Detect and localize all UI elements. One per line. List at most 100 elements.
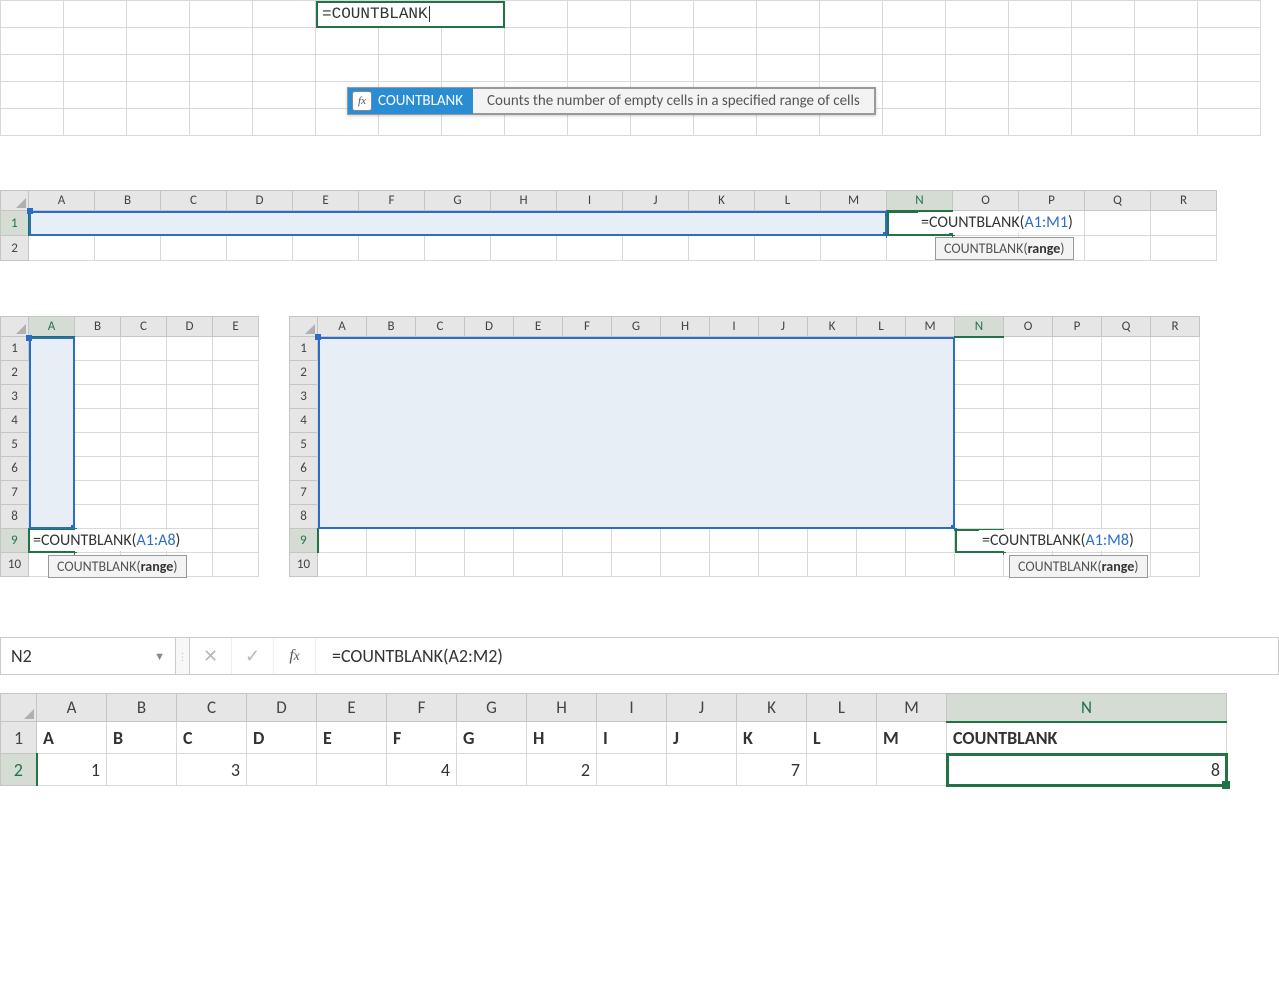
cell[interactable]: 2 xyxy=(527,754,597,786)
cell[interactable] xyxy=(247,754,317,786)
col-header[interactable]: A xyxy=(29,191,95,211)
col-header[interactable]: O xyxy=(1004,317,1053,337)
formula-bar-input[interactable]: =COUNTBLANK(A2:M2) xyxy=(316,645,1278,667)
cell[interactable]: M xyxy=(877,722,947,754)
col-header[interactable]: E xyxy=(317,694,387,722)
row-header[interactable]: 2 xyxy=(1,754,37,786)
col-header[interactable]: B xyxy=(75,317,121,337)
row-header[interactable]: 1 xyxy=(290,337,318,361)
grid-1[interactable]: =COUNTBLANK xyxy=(0,0,1261,136)
row-header[interactable]: 2 xyxy=(1,236,29,261)
col-header[interactable]: N xyxy=(947,694,1227,722)
col-header[interactable]: N xyxy=(887,191,953,211)
col-header[interactable]: C xyxy=(161,191,227,211)
col-header[interactable]: K xyxy=(808,317,857,337)
col-header[interactable]: A xyxy=(37,694,107,722)
chevron-down-icon[interactable]: ▼ xyxy=(154,650,165,663)
cell[interactable]: 3 xyxy=(177,754,247,786)
insert-function-button[interactable]: fx xyxy=(274,638,316,674)
row-header[interactable]: 3 xyxy=(1,385,29,409)
row-header[interactable]: 8 xyxy=(290,505,318,529)
selected-range[interactable] xyxy=(318,337,955,529)
row-header[interactable]: 9 xyxy=(290,529,318,553)
selected-range[interactable] xyxy=(29,211,887,236)
row-header[interactable]: 7 xyxy=(290,481,318,505)
formula-editing-overlay[interactable]: =COUNTBLANK(A1:M1) xyxy=(918,212,1076,233)
row-header[interactable]: 6 xyxy=(290,457,318,481)
cell[interactable]: 1 xyxy=(37,754,107,786)
cell[interactable]: I xyxy=(597,722,667,754)
row-header[interactable]: 2 xyxy=(290,361,318,385)
cell[interactable] xyxy=(807,754,877,786)
col-header[interactable]: G xyxy=(425,191,491,211)
col-header[interactable]: H xyxy=(661,317,710,337)
col-header[interactable]: F xyxy=(563,317,612,337)
col-header[interactable]: A xyxy=(318,317,367,337)
col-header[interactable]: O xyxy=(953,191,1019,211)
col-header[interactable]: B xyxy=(107,694,177,722)
row-header[interactable]: 8 xyxy=(1,505,29,529)
row-header[interactable]: 6 xyxy=(1,457,29,481)
cell[interactable]: J xyxy=(667,722,737,754)
col-header[interactable]: I xyxy=(710,317,759,337)
row-header[interactable]: 5 xyxy=(290,433,318,457)
cell[interactable]: F xyxy=(387,722,457,754)
enter-button[interactable]: ✓ xyxy=(232,638,274,674)
cell[interactable]: G xyxy=(457,722,527,754)
col-header[interactable]: P xyxy=(1019,191,1085,211)
row-header[interactable]: 1 xyxy=(1,722,37,754)
col-header[interactable]: G xyxy=(457,694,527,722)
col-header[interactable]: F xyxy=(359,191,425,211)
cell[interactable]: C xyxy=(177,722,247,754)
col-header[interactable]: Q xyxy=(1085,191,1151,211)
col-header[interactable]: E xyxy=(514,317,563,337)
cell[interactable] xyxy=(877,754,947,786)
col-header[interactable]: D xyxy=(465,317,514,337)
grid-5[interactable]: A B C D E F G H I J K L M N 1 A B C D E … xyxy=(0,693,1227,786)
col-header[interactable]: A xyxy=(29,317,75,337)
cell[interactable]: 4 xyxy=(387,754,457,786)
row-header[interactable]: 1 xyxy=(1,211,29,236)
row-header[interactable]: 10 xyxy=(290,553,318,577)
cell[interactable] xyxy=(457,754,527,786)
cell[interactable]: A xyxy=(37,722,107,754)
col-header[interactable]: L xyxy=(755,191,821,211)
cell[interactable]: COUNTBLANK xyxy=(947,722,1227,754)
cell[interactable] xyxy=(107,754,177,786)
select-all-corner[interactable] xyxy=(1,694,37,722)
col-header[interactable]: J xyxy=(667,694,737,722)
col-header[interactable]: J xyxy=(623,191,689,211)
editing-cell[interactable]: =COUNTBLANK xyxy=(316,1,505,28)
col-header[interactable]: B xyxy=(95,191,161,211)
col-header[interactable]: Q xyxy=(1102,317,1151,337)
cell[interactable] xyxy=(597,754,667,786)
col-header[interactable]: C xyxy=(177,694,247,722)
cell[interactable] xyxy=(667,754,737,786)
col-header[interactable]: N xyxy=(955,317,1004,337)
col-header[interactable]: D xyxy=(247,694,317,722)
col-header[interactable]: K xyxy=(737,694,807,722)
col-header[interactable]: R xyxy=(1151,191,1217,211)
col-header[interactable]: F xyxy=(387,694,457,722)
row-header[interactable]: 10 xyxy=(1,553,29,577)
col-header[interactable]: L xyxy=(807,694,877,722)
row-header[interactable]: 5 xyxy=(1,433,29,457)
cell[interactable]: B xyxy=(107,722,177,754)
col-header[interactable]: E xyxy=(213,317,259,337)
col-header[interactable]: M xyxy=(877,694,947,722)
col-header[interactable]: K xyxy=(689,191,755,211)
col-header[interactable]: I xyxy=(557,191,623,211)
col-header[interactable]: M xyxy=(906,317,955,337)
col-header[interactable]: L xyxy=(857,317,906,337)
select-all-corner[interactable] xyxy=(1,317,29,337)
cell[interactable]: L xyxy=(807,722,877,754)
row-header[interactable]: 1 xyxy=(1,337,29,361)
cell[interactable]: K xyxy=(737,722,807,754)
col-header[interactable]: H xyxy=(491,191,557,211)
formula-editing-overlay[interactable]: =COUNTBLANK(A1:A8) xyxy=(30,530,183,551)
col-header[interactable]: D xyxy=(167,317,213,337)
autocomplete-item[interactable]: fx COUNTBLANK xyxy=(348,88,473,114)
select-all-corner[interactable] xyxy=(290,317,318,337)
row-header[interactable]: 9 xyxy=(1,529,29,553)
cancel-button[interactable]: ✕ xyxy=(190,638,232,674)
